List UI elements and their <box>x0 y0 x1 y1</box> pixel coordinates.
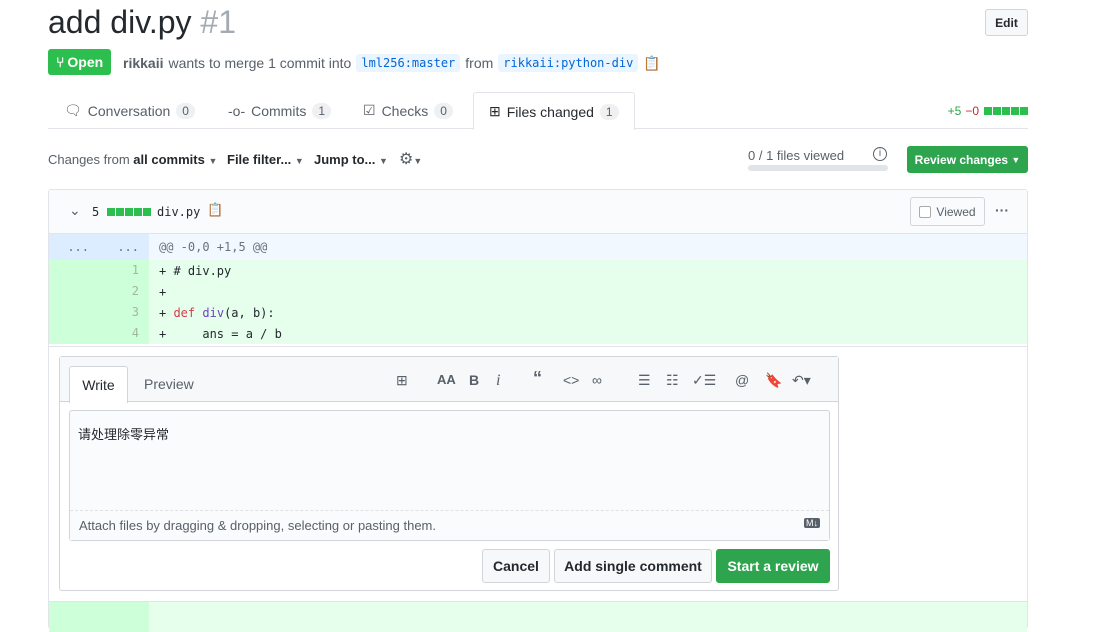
tab-label: Commits <box>251 102 307 119</box>
status-label: Open <box>67 54 104 70</box>
head-branch[interactable]: rikkaii:python-div <box>498 54 639 72</box>
tab-files-changed[interactable]: ⊞ Files changed 1 <box>473 92 635 130</box>
tab-preview[interactable]: Preview <box>144 376 194 392</box>
gear-icon[interactable]: ⚙▼ <box>399 149 422 169</box>
base-branch[interactable]: lml256:master <box>356 54 461 72</box>
pr-meta: rikkaii wants to merge 1 commit into lml… <box>123 54 661 72</box>
start-review-button[interactable]: Start a review <box>716 549 830 583</box>
tab-label: Files changed <box>506 103 594 120</box>
old-line-number <box>49 302 99 323</box>
tab-count: 0 <box>434 102 453 119</box>
diffstat: +5 −0 <box>948 104 1028 118</box>
old-line-number <box>49 260 99 281</box>
author-link[interactable]: rikkaii <box>123 55 163 71</box>
ordered-list-icon[interactable]: ☷ <box>666 372 679 389</box>
code-text: + <box>159 284 167 299</box>
comment-textarea[interactable]: 请处理除零异常 Attach files by dragging & dropp… <box>69 410 830 541</box>
files-viewed-progress <box>748 165 888 171</box>
old-line-number <box>49 323 99 344</box>
merge-text: wants to merge 1 commit into <box>168 55 352 71</box>
from-text: from <box>465 55 494 71</box>
file-filter-dropdown[interactable]: File filter... ▼ <box>227 152 304 167</box>
saved-reply-icon[interactable]: 🔖 <box>765 372 782 389</box>
comment-icon: 🗨 <box>64 102 82 118</box>
diff-line: 1 + # div.py <box>49 260 1027 281</box>
pr-number: #1 <box>200 4 236 40</box>
viewed-label: Viewed <box>936 204 976 219</box>
tab-label: Checks <box>381 102 429 119</box>
info-icon[interactable]: i <box>873 147 887 161</box>
line-number[interactable]: 3 <box>99 302 149 323</box>
diff-line-number <box>49 602 149 632</box>
copy-icon[interactable]: 📋 <box>643 55 660 72</box>
review-changes-button[interactable]: Review changes ▼ <box>907 146 1028 173</box>
task-list-icon[interactable]: ✓☰ <box>692 372 716 389</box>
file-change-count: 5 <box>92 205 100 219</box>
tab-commits[interactable]: -o- Commits 1 <box>228 92 332 129</box>
reply-icon[interactable]: ↶▾ <box>792 372 811 389</box>
diff-line <box>149 602 1027 632</box>
line-number[interactable]: 2 <box>99 281 149 302</box>
files-viewed-text: 0 / 1 files viewed <box>748 148 845 163</box>
more-options-icon[interactable]: ··· <box>995 202 1009 218</box>
code-icon[interactable]: <> <box>563 372 579 388</box>
quote-icon[interactable]: “ <box>533 368 542 389</box>
deletions: −0 <box>965 104 979 118</box>
attach-files-bar[interactable]: Attach files by dragging & dropping, sel… <box>70 510 829 540</box>
line-number[interactable]: 1 <box>99 260 149 281</box>
tab-count: 1 <box>312 102 332 119</box>
file-name[interactable]: div.py <box>157 205 200 219</box>
mention-icon[interactable]: @ <box>735 372 749 388</box>
tab-write[interactable]: Write <box>69 366 128 403</box>
edit-button[interactable]: Edit <box>985 9 1028 36</box>
diff-line: 3 + def div(a, b): <box>49 302 1027 323</box>
file-diffstat-bar <box>106 203 151 219</box>
tab-count: 1 <box>599 103 619 120</box>
tab-conversation[interactable]: 🗨 Conversation 0 <box>64 92 195 129</box>
diff-line: 2 + <box>49 281 1027 302</box>
page-title: add div.py #1 <box>48 4 236 41</box>
pr-open-icon: ⑂ <box>56 54 65 70</box>
comment-text: 请处理除零异常 <box>78 428 170 443</box>
markdown-icon: M↓ <box>804 518 820 528</box>
file-diff-icon: ⊞ <box>489 103 501 119</box>
checklist-icon: ☑ <box>363 102 376 118</box>
copy-path-icon[interactable]: 📋 <box>207 202 223 218</box>
pr-tabs: 🗨 Conversation 0 -o- Commits 1 ☑ Checks 0 ⊞ Fil… <box>48 92 1028 130</box>
heading-icon[interactable]: AA <box>437 372 456 387</box>
tab-count: 0 <box>176 102 195 119</box>
tab-label: Conversation <box>87 102 171 119</box>
file-header: ⌄ 5 div.py 📋 Viewed ··· <box>49 190 1027 234</box>
expand-up[interactable]: ... <box>49 234 99 260</box>
old-line-number <box>49 281 99 302</box>
italic-icon[interactable]: i <box>496 372 500 390</box>
link-icon[interactable]: ∞ <box>592 372 602 388</box>
tab-checks[interactable]: ☑ Checks 0 <box>363 92 453 129</box>
hunk-header: ...... @@ -0,0 +1,5 @@ <box>49 234 1027 260</box>
checkbox[interactable] <box>919 205 932 218</box>
expand-down[interactable]: ... <box>99 234 149 260</box>
diffstat-bar <box>983 104 1028 118</box>
line-number[interactable]: 4 <box>99 323 149 344</box>
changes-from-dropdown[interactable]: Changes from all commits ▼ <box>48 152 217 167</box>
hunk-text: @@ -0,0 +1,5 @@ <box>159 240 268 254</box>
pr-title: add div.py <box>48 4 192 40</box>
bold-icon[interactable]: B <box>469 372 479 388</box>
chevron-down-icon[interactable]: ⌄ <box>69 202 81 219</box>
unordered-list-icon[interactable]: ☰ <box>638 372 651 389</box>
code-text: + def div(a, b): <box>159 305 275 320</box>
insert-suggestion-icon[interactable]: ⊞ <box>396 372 408 389</box>
code-text: + ans = a / b <box>159 326 282 341</box>
jump-to-dropdown[interactable]: Jump to... ▼ <box>314 152 388 167</box>
diff-line: 4 + ans = a / b <box>49 323 1027 344</box>
code-text: + # div.py <box>159 263 232 278</box>
add-single-comment-button[interactable]: Add single comment <box>554 549 712 583</box>
viewed-checkbox[interactable]: Viewed <box>910 197 985 226</box>
additions: +5 <box>947 104 962 118</box>
commit-icon: -o- <box>228 102 246 119</box>
cancel-button[interactable]: Cancel <box>482 549 550 583</box>
status-badge: ⑂ Open <box>48 49 112 75</box>
